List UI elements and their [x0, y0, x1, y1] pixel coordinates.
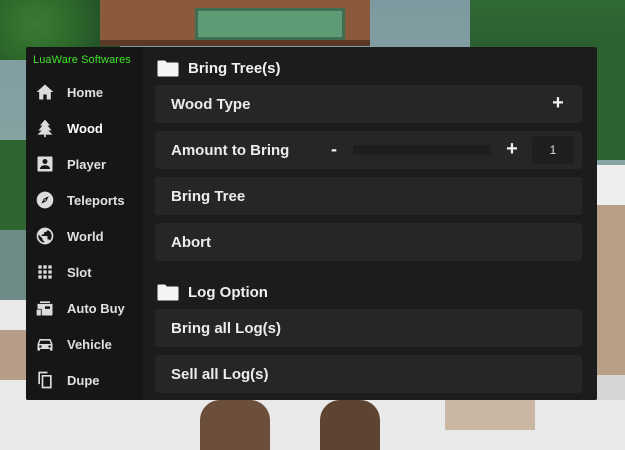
- content-panel: Bring Tree(s) Wood Type + Amount to Brin…: [143, 47, 597, 400]
- sidebar-item-label: Player: [67, 156, 107, 172]
- sidebar-item-label: Vehicle: [67, 336, 112, 352]
- button-label: Bring all Log(s): [171, 319, 281, 337]
- sidebar-item-label: World: [67, 228, 104, 244]
- car-icon: [35, 334, 55, 354]
- sidebar-item-label: Home: [67, 84, 104, 100]
- sidebar-item-auto-buy[interactable]: Auto Buy: [26, 292, 143, 324]
- button-label: Sell all Log(s): [171, 365, 269, 383]
- sidebar-item-home[interactable]: Home: [26, 76, 143, 108]
- tree-foliage: [596, 40, 625, 160]
- copy-icon: [35, 370, 55, 390]
- compass-icon: [35, 190, 55, 210]
- house-roof: [596, 165, 625, 205]
- house-wall: [596, 205, 625, 375]
- tree-icon: [35, 118, 55, 138]
- sidebar-item-teleports[interactable]: Teleports: [26, 184, 143, 216]
- amount-to-bring-slider-row: Amount to Bring - + 1: [155, 131, 582, 169]
- sidebar-item-slot[interactable]: Slot: [26, 256, 143, 288]
- globe-icon: [35, 226, 55, 246]
- section-title: Bring Tree(s): [188, 59, 281, 77]
- sidebar-item-player[interactable]: Player: [26, 148, 143, 180]
- button-label: Bring Tree: [171, 187, 246, 205]
- folder-icon: [157, 284, 179, 301]
- tree-stump: [320, 400, 380, 450]
- section-header-log-option: Log Option: [157, 281, 268, 303]
- sell-all-logs-button[interactable]: Sell all Log(s): [155, 355, 582, 393]
- abort-button[interactable]: Abort: [155, 223, 582, 261]
- folder-icon: [157, 60, 179, 77]
- section-title: Log Option: [188, 283, 268, 301]
- increment-button[interactable]: +: [504, 138, 520, 160]
- sidebar-item-label: Wood: [67, 120, 103, 136]
- sidebar-item-dupe[interactable]: Dupe: [26, 364, 143, 396]
- sign-board: [195, 8, 345, 40]
- shopping-bag-icon: [35, 298, 55, 318]
- grid-icon: [35, 262, 55, 282]
- sidebar: LuaWare Softwares Home Wood Player Telep…: [26, 47, 143, 400]
- bring-all-logs-button[interactable]: Bring all Log(s): [155, 309, 582, 347]
- sidebar-item-label: Slot: [67, 264, 92, 280]
- sidebar-item-label: Teleports: [67, 192, 125, 208]
- brand-title: LuaWare Softwares: [33, 54, 131, 66]
- button-label: Abort: [171, 233, 211, 251]
- slider-label: Amount to Bring: [171, 141, 290, 159]
- sidebar-item-vehicle[interactable]: Vehicle: [26, 328, 143, 360]
- player-card-icon: [35, 154, 55, 174]
- dropdown-label: Wood Type: [171, 95, 251, 113]
- section-header-bring-trees: Bring Tree(s): [157, 57, 281, 79]
- wooden-plank: [445, 400, 535, 430]
- home-icon: [35, 82, 55, 102]
- amount-value-input[interactable]: 1: [532, 136, 574, 164]
- sidebar-item-label: Auto Buy: [67, 300, 125, 316]
- sidebar-item-wood[interactable]: Wood: [26, 112, 143, 144]
- decrement-button[interactable]: -: [327, 138, 341, 160]
- luaware-window: LuaWare Softwares Home Wood Player Telep…: [26, 47, 597, 400]
- expand-plus-icon[interactable]: +: [550, 92, 566, 114]
- amount-slider-track[interactable]: [353, 145, 491, 155]
- sidebar-item-world[interactable]: World: [26, 220, 143, 252]
- sidebar-item-label: Dupe: [67, 372, 100, 388]
- tree-stump: [200, 400, 270, 450]
- wood-type-dropdown[interactable]: Wood Type +: [155, 85, 582, 123]
- bring-tree-button[interactable]: Bring Tree: [155, 177, 582, 215]
